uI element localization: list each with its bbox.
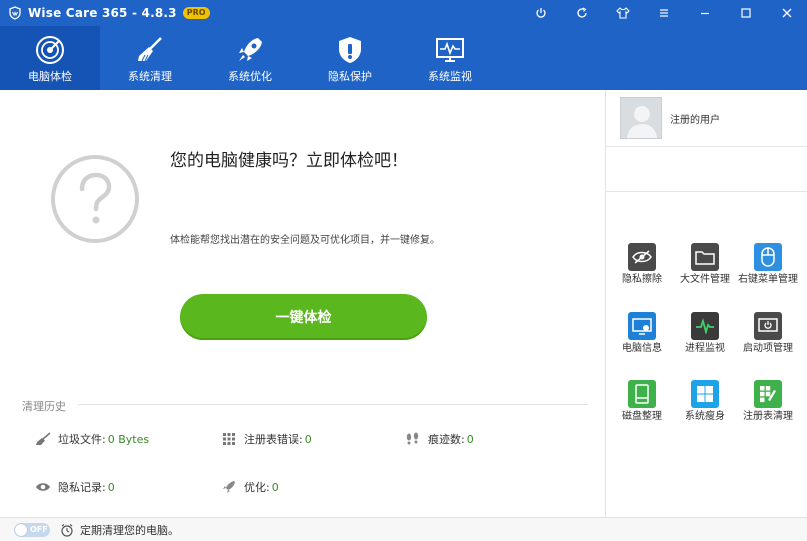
main-nav: 电脑体检 系统清理 系统优化 隐私保护 系统监视: [0, 26, 807, 90]
eye-icon: [34, 480, 52, 494]
registry-icon: [754, 380, 782, 408]
toggle-knob: [15, 523, 27, 536]
tool-label: 隐私擦除: [622, 274, 662, 285]
shirt-icon[interactable]: [602, 0, 643, 26]
stat-value: 0 Bytes: [107, 432, 150, 446]
tool-privacy-eraser[interactable]: 隐私擦除: [611, 243, 673, 286]
nav-item-cleanup[interactable]: 系统清理: [100, 26, 200, 90]
maximize-icon[interactable]: [725, 0, 766, 26]
page-subtitle: 体检能帮您找出潜在的安全问题及可优化项目，并一键修复。: [170, 235, 440, 246]
stat-label: 隐私记录:: [58, 481, 106, 494]
app-logo-icon: [9, 6, 21, 20]
grid-icon: [220, 432, 238, 446]
stat-optimized: 优化: 0: [220, 479, 279, 495]
toggle-text: OFF: [30, 525, 48, 534]
footer-text[interactable]: 定期清理您的电脑。: [80, 522, 179, 538]
nav-item-label: 系统优化: [228, 70, 272, 83]
mouse-icon: [754, 243, 782, 271]
tool-system-slim[interactable]: 系统瘦身: [674, 380, 736, 423]
stat-registry-errors: 注册表错误: 0: [220, 431, 312, 447]
right-panel: 注册的用户 隐私擦除 大文件管理 右键菜单管理 电脑信息 进程监视 启动项管理 …: [605, 90, 807, 517]
tool-context-menu-manager[interactable]: 右键菜单管理: [737, 243, 799, 286]
stat-traces: 痕迹数: 0: [404, 431, 474, 447]
refresh-icon[interactable]: [561, 0, 602, 26]
monitor-icon: [436, 38, 464, 62]
status-bar: OFF 定期清理您的电脑。: [0, 517, 807, 541]
startup-icon: [754, 312, 782, 340]
tool-label: 进程监视: [685, 343, 725, 354]
stat-junk-files: 垃圾文件: 0 Bytes: [34, 431, 149, 447]
footprint-icon: [404, 432, 422, 446]
question-mark-icon: [51, 155, 139, 243]
one-click-scan-button[interactable]: 一键体检: [180, 294, 427, 340]
app-title: Wise Care 365 - 4.8.3: [28, 6, 177, 20]
broom-icon: [138, 37, 162, 62]
rocket-icon: [220, 480, 238, 494]
tool-large-file-manager[interactable]: 大文件管理: [674, 243, 736, 286]
close-icon[interactable]: [766, 0, 807, 26]
stat-value: 0: [304, 432, 312, 446]
stat-label: 优化:: [244, 481, 270, 494]
nav-item-checkup[interactable]: 电脑体检: [0, 26, 100, 90]
stat-value: 0: [271, 480, 279, 494]
history-divider: [78, 404, 588, 405]
user-row[interactable]: 注册的用户: [606, 90, 807, 147]
menu-icon[interactable]: [643, 0, 684, 26]
info-row: [606, 148, 807, 192]
nav-item-label: 系统监视: [428, 70, 472, 83]
stat-privacy-records: 隐私记录: 0: [34, 479, 115, 495]
tool-registry-cleaner[interactable]: 注册表清理: [737, 380, 799, 423]
nav-item-label: 系统清理: [128, 70, 172, 83]
schedule-toggle[interactable]: OFF: [14, 522, 50, 537]
tool-disk-defrag[interactable]: 磁盘整理: [611, 380, 673, 423]
stat-label: 垃圾文件:: [58, 433, 106, 446]
tool-label: 电脑信息: [622, 343, 662, 354]
alarm-clock-icon: [61, 523, 73, 537]
broom-icon: [34, 432, 52, 446]
history-title: 清理历史: [22, 400, 66, 413]
nav-item-label: 电脑体检: [28, 70, 72, 83]
nav-item-optimize[interactable]: 系统优化: [200, 26, 300, 90]
radar-icon: [36, 36, 64, 64]
rocket-icon: [239, 38, 262, 61]
privacy-eraser-icon: [628, 243, 656, 271]
tool-label: 磁盘整理: [622, 411, 662, 422]
folder-icon: [691, 243, 719, 271]
page-title: 您的电脑健康吗？立即体检吧！: [170, 151, 408, 171]
nav-item-monitor[interactable]: 系统监视: [400, 26, 500, 90]
nav-item-privacy[interactable]: 隐私保护: [300, 26, 400, 90]
nav-item-label: 隐私保护: [328, 70, 372, 83]
disk-icon: [628, 380, 656, 408]
tool-pc-info[interactable]: 电脑信息: [611, 312, 673, 355]
avatar[interactable]: [620, 97, 662, 139]
minimize-icon[interactable]: [684, 0, 725, 26]
tool-process-monitor[interactable]: 进程监视: [674, 312, 736, 355]
tool-label: 右键菜单管理: [738, 274, 798, 285]
pro-badge: PRO: [182, 7, 210, 19]
tool-label: 大文件管理: [680, 274, 730, 285]
stat-label: 痕迹数:: [428, 433, 465, 446]
tool-label: 启动项管理: [743, 343, 793, 354]
tool-label: 注册表清理: [743, 411, 793, 422]
tool-label: 系统瘦身: [685, 411, 725, 422]
main-panel: 您的电脑健康吗？立即体检吧！ 体检能帮您找出潜在的安全问题及可优化项目，并一键修…: [0, 90, 605, 517]
pulse-icon: [691, 312, 719, 340]
pc-info-icon: [628, 312, 656, 340]
tool-startup-manager[interactable]: 启动项管理: [737, 312, 799, 355]
user-name: 注册的用户: [670, 114, 720, 126]
windows-icon: [691, 380, 719, 408]
stat-label: 注册表错误:: [244, 433, 303, 446]
power-icon[interactable]: [520, 0, 561, 26]
shield-icon: [339, 37, 361, 63]
stat-value: 0: [466, 432, 474, 446]
title-bar: Wise Care 365 - 4.8.3 PRO: [0, 0, 807, 26]
user-icon: [627, 106, 657, 138]
stat-value: 0: [107, 480, 115, 494]
